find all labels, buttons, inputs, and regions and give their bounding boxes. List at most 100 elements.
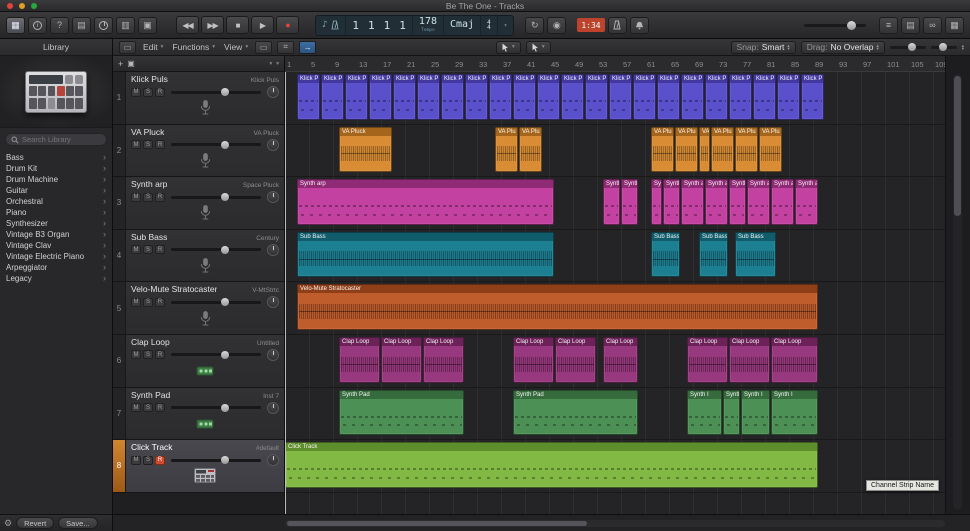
- lcd-tempo-section[interactable]: 178 Tempo: [413, 15, 444, 35]
- record-enable-button[interactable]: R: [155, 403, 165, 413]
- region[interactable]: Clap Loop: [339, 337, 380, 383]
- region[interactable]: VA Plu: [759, 126, 782, 173]
- region[interactable]: Synth I: [741, 389, 770, 436]
- mixer-icon[interactable]: ▥: [116, 16, 135, 34]
- region[interactable]: VA Plu: [711, 126, 734, 173]
- master-volume-slider[interactable]: [804, 20, 866, 30]
- pan-knob[interactable]: [267, 243, 279, 256]
- region[interactable]: VA Pluck: [339, 126, 392, 173]
- solo-button[interactable]: S: [143, 140, 153, 150]
- volume-slider-thumb[interactable]: [220, 140, 229, 149]
- view-menu[interactable]: View ▾: [222, 42, 250, 52]
- region[interactable]: Clap Loop: [423, 337, 464, 383]
- volume-slider[interactable]: [171, 245, 261, 254]
- region[interactable]: Klick P: [753, 74, 776, 120]
- waveform-zoom-buttons[interactable]: ▴ ▾: [962, 43, 964, 51]
- region[interactable]: Clap Loop: [687, 337, 728, 383]
- mute-button[interactable]: M: [131, 140, 141, 150]
- region[interactable]: Klick P: [321, 74, 344, 120]
- automation-toggle-icon[interactable]: ▭: [119, 40, 136, 54]
- track-zoom-button[interactable]: ▾: [276, 61, 279, 67]
- library-item[interactable]: Drum Kit ›: [0, 163, 112, 174]
- pan-knob[interactable]: [267, 296, 279, 309]
- region[interactable]: Synth arp: [297, 179, 554, 225]
- save-button[interactable]: Save...: [58, 517, 98, 529]
- region[interactable]: Synth a: [603, 179, 620, 225]
- track-header[interactable]: 5 Velo-Mute Stratocaster V-MtStrtc M S R: [113, 282, 284, 335]
- functions-menu[interactable]: Functions ▾: [170, 42, 217, 52]
- mute-button[interactable]: M: [131, 245, 141, 255]
- bar-ruler[interactable]: 1 5 9 13 17 21 25 29 33 37 41 45 49 53 57 61 65 69 73 77 81 8…: [285, 56, 945, 72]
- rewind-button[interactable]: ◀◀: [176, 16, 199, 34]
- region[interactable]: Klick P: [465, 74, 488, 120]
- volume-slider-thumb[interactable]: [220, 403, 229, 412]
- horizontal-scrollbar[interactable]: [285, 519, 945, 527]
- track-lane[interactable]: Clap Loop Clap Loop Clap Loop Clap Loop Clap…: [285, 335, 945, 388]
- volume-slider[interactable]: [171, 403, 261, 412]
- region[interactable]: Synth Pad: [339, 389, 464, 436]
- region[interactable]: Synth a: [771, 179, 794, 225]
- library-item[interactable]: Drum Machine ›: [0, 174, 112, 185]
- pan-knob[interactable]: [267, 86, 279, 98]
- library-item[interactable]: Guitar ›: [0, 185, 112, 196]
- smart-controls-icon[interactable]: [94, 16, 113, 34]
- region[interactable]: Klick P: [393, 74, 416, 120]
- region[interactable]: Klick P: [369, 74, 392, 120]
- track-lane[interactable]: Click Track: [285, 440, 945, 493]
- region[interactable]: VA Plu: [495, 126, 518, 173]
- region[interactable]: Synth a: [681, 179, 704, 225]
- library-item[interactable]: Synthesizer ›: [0, 218, 112, 229]
- library-item[interactable]: Vintage Clav ›: [0, 240, 112, 251]
- region[interactable]: Klick P: [345, 74, 368, 120]
- volume-slider-thumb[interactable]: [220, 456, 229, 465]
- horizontal-scrollbar-thumb[interactable]: [287, 520, 587, 526]
- count-in-bell-icon[interactable]: [629, 16, 649, 34]
- volume-slider-thumb[interactable]: [220, 88, 229, 96]
- zoom-button[interactable]: [31, 2, 37, 9]
- library-item[interactable]: Vintage Electric Piano ›: [0, 251, 112, 262]
- solo-button[interactable]: S: [143, 455, 153, 465]
- editors-icon[interactable]: ▣: [138, 16, 157, 34]
- record-enable-button[interactable]: R: [155, 350, 165, 360]
- lcd-key-section[interactable]: Cmaj: [444, 15, 482, 35]
- library-search[interactable]: [5, 133, 107, 146]
- volume-slider[interactable]: [171, 298, 261, 307]
- note-pads-icon[interactable]: ▤: [901, 16, 920, 34]
- solo-button[interactable]: S: [143, 350, 153, 360]
- record-enable-button[interactable]: R: [155, 245, 165, 255]
- region[interactable]: Synth I: [723, 389, 740, 436]
- track-lane[interactable]: Velo-Mute Stratocaster: [285, 282, 945, 335]
- region[interactable]: VA Plu: [699, 126, 710, 173]
- track-lane[interactable]: Synth arpSynth aSynth aSynth aSynth aSyn…: [285, 177, 945, 230]
- snap-select[interactable]: Snap: Smart ▴ ▾: [730, 40, 796, 54]
- region[interactable]: Clap Loop: [603, 337, 638, 383]
- region[interactable]: Synth a: [621, 179, 638, 225]
- volume-slider[interactable]: [171, 88, 261, 96]
- vertical-zoom-slider[interactable]: [930, 43, 957, 51]
- track-header[interactable]: 4 Sub Bass Century M S R: [113, 229, 284, 283]
- volume-slider-thumb[interactable]: [220, 350, 229, 359]
- close-button[interactable]: [7, 2, 13, 9]
- search-input[interactable]: [22, 135, 101, 144]
- region[interactable]: VA Plu: [675, 126, 698, 173]
- snap-to-grid-icon[interactable]: ⌗: [277, 40, 295, 54]
- volume-slider[interactable]: [171, 350, 261, 359]
- region[interactable]: Synth a: [747, 179, 770, 225]
- region[interactable]: Klick P: [729, 74, 752, 120]
- click-metronome-icon[interactable]: [607, 16, 627, 34]
- solo-button[interactable]: S: [143, 245, 153, 255]
- library-toggle-icon[interactable]: ▦: [6, 16, 25, 34]
- track-sort-button[interactable]: ▾: [269, 61, 272, 67]
- volume-slider-thumb[interactable]: [220, 298, 229, 307]
- pan-knob[interactable]: [267, 401, 279, 414]
- region[interactable]: VA Plu: [651, 126, 674, 173]
- track-header[interactable]: 6 Clap Loop Untitled M S R: [113, 334, 284, 388]
- solo-button[interactable]: S: [143, 87, 153, 97]
- region[interactable]: Klick P: [513, 74, 536, 120]
- region[interactable]: Synth a: [651, 179, 662, 225]
- record-enable-button[interactable]: R: [155, 297, 165, 307]
- track-header[interactable]: 1 Klick Puls Klick Puls M S R: [113, 72, 284, 125]
- region[interactable]: Sub Bass: [651, 231, 680, 278]
- region[interactable]: Synth Pad: [513, 389, 638, 436]
- region[interactable]: Clap Loop: [771, 337, 818, 383]
